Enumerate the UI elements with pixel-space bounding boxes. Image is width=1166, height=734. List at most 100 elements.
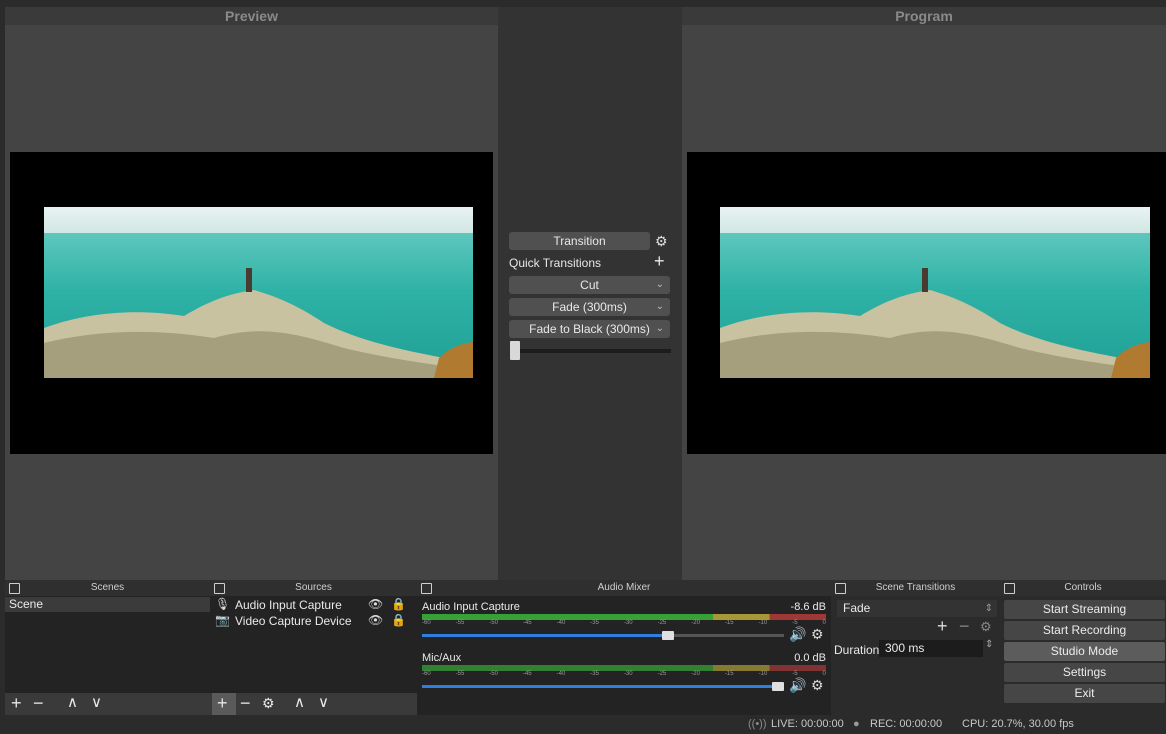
gear-icon[interactable]: ⚙ <box>980 619 992 635</box>
audio-mixer-title: Audio Mixer <box>597 582 651 593</box>
meter-scale: -60 -55 -50 -45 -40 -35 -30 -25 -20 -15 -10 -5 0 <box>422 671 826 677</box>
start-streaming-button[interactable]: Start Streaming <box>1004 600 1165 619</box>
studio-mode-button[interactable]: Studio Mode <box>1004 642 1165 661</box>
status-bar: ((•)) LIVE: 00:00:00 ● REC: 00:00:00 CPU… <box>0 715 1166 734</box>
gear-icon[interactable]: ⚙ <box>811 677 824 694</box>
scale-tick: -20 <box>691 620 700 626</box>
remove-icon[interactable]: − <box>959 616 970 637</box>
volume-fill <box>422 685 784 688</box>
transition-button[interactable]: Transition <box>509 232 650 250</box>
move-down-icon[interactable]: ∨ <box>318 693 329 713</box>
scene-transitions-dock: Scene Transitions Fade ⇕ + − ⚙ Duration … <box>831 580 1000 715</box>
quick-transition-label: Fade (300ms) <box>552 300 627 314</box>
exit-button[interactable]: Exit <box>1004 684 1165 703</box>
scale-tick: -10 <box>758 620 768 626</box>
volume-handle[interactable] <box>662 631 675 640</box>
move-down-icon[interactable]: ∨ <box>91 693 102 713</box>
scale-tick: -60 <box>422 671 431 677</box>
volume-handle[interactable] <box>772 682 784 691</box>
scale-tick: -50 <box>489 671 498 677</box>
scale-tick: -45 <box>522 620 532 626</box>
chevron-down-icon: ⌄ <box>655 279 664 290</box>
scale-tick: -35 <box>590 671 599 677</box>
eye-icon[interactable]: 👁 <box>368 597 383 611</box>
scale-tick: -10 <box>758 671 768 677</box>
scale-tick: -60 <box>422 620 431 626</box>
channel-level: -8.6 dB <box>790 601 826 613</box>
transition-slider-track[interactable] <box>515 349 671 353</box>
add-icon[interactable]: + <box>937 616 948 637</box>
channel-name: Mic/Aux <box>422 652 462 664</box>
volume-slider[interactable] <box>422 682 784 691</box>
quick-transition-fade-to-black[interactable]: Fade to Black (300ms) ⌄ <box>509 320 670 338</box>
volume-slider[interactable] <box>422 631 784 640</box>
controls-title: Controls <box>1064 582 1102 593</box>
gear-icon[interactable]: ⚙ <box>262 693 275 713</box>
scene-transitions-title: Scene Transitions <box>875 582 956 593</box>
scenes-title: Scenes <box>90 582 125 593</box>
eye-icon[interactable]: 👁 <box>368 613 383 627</box>
controls-header: Controls <box>1000 580 1166 596</box>
transition-gear-icon[interactable]: ⚙ <box>655 233 668 250</box>
undock-icon[interactable] <box>1004 583 1015 594</box>
sources-toolbar: + − ⚙ ∧ ∨ <box>210 693 417 715</box>
quick-transition-cut[interactable]: Cut ⌄ <box>509 276 670 294</box>
settings-button[interactable]: Settings <box>1004 663 1165 682</box>
preview-title: Preview <box>5 7 498 25</box>
channel-name: Audio Input Capture <box>422 601 520 613</box>
scale-tick: -30 <box>623 620 633 626</box>
audio-mixer-dock: Audio Mixer Audio Input Capture -8.6 dB … <box>417 580 831 715</box>
undock-icon[interactable] <box>835 583 846 594</box>
speaker-icon[interactable]: 🔊 <box>789 677 806 694</box>
duration-field[interactable]: 300 ms <box>879 640 983 657</box>
program-title: Program <box>682 7 1166 25</box>
undock-icon[interactable] <box>9 583 20 594</box>
gear-icon[interactable]: ⚙ <box>811 626 824 643</box>
transition-select-value: Fade <box>843 601 871 615</box>
scale-tick: -40 <box>556 620 566 626</box>
quick-transition-label: Fade to Black (300ms) <box>529 322 650 336</box>
scenes-toolbar: + − ∧ ∨ <box>5 693 210 715</box>
quick-transition-label: Cut <box>580 278 599 292</box>
scale-tick: -45 <box>522 671 532 677</box>
move-up-icon[interactable]: ∧ <box>67 693 78 713</box>
remove-icon[interactable]: − <box>240 693 251 713</box>
scale-tick: -35 <box>590 620 599 626</box>
quick-transition-fade[interactable]: Fade (300ms) ⌄ <box>509 298 670 316</box>
lock-icon[interactable]: 🔒 <box>391 613 406 627</box>
remove-icon[interactable]: − <box>33 693 44 713</box>
add-icon[interactable]: + <box>11 693 22 713</box>
scale-tick: -55 <box>455 671 465 677</box>
rec-time: REC: 00:00:00 <box>870 718 943 730</box>
undock-icon[interactable] <box>421 583 432 594</box>
source-label: Audio Input Capture <box>235 598 342 612</box>
transition-slider-handle[interactable] <box>510 341 520 360</box>
scale-tick: -55 <box>455 620 465 626</box>
transition-select[interactable]: Fade ⇕ <box>837 600 997 617</box>
lock-icon[interactable]: 🔒 <box>391 597 406 611</box>
speaker-icon[interactable]: 🔊 <box>789 626 806 643</box>
preview-video-image <box>44 207 473 378</box>
scenes-header: Scenes <box>5 580 210 596</box>
program-video-image <box>720 207 1150 378</box>
add-quick-transition-icon[interactable]: + <box>654 251 665 272</box>
volume-fill <box>422 634 669 637</box>
source-label: Video Capture Device <box>235 614 352 628</box>
sources-list: 🎙 Audio Input Capture 👁 🔒 📷 Video Captur… <box>210 596 417 715</box>
list-item[interactable]: Scene <box>5 597 214 612</box>
channel-level: 0.0 dB <box>794 652 826 664</box>
sources-dock: Sources 🎙 Audio Input Capture 👁 🔒 📷 Vide… <box>210 580 417 715</box>
scenes-dock: Scenes Scene + − ∧ ∨ <box>5 580 214 715</box>
add-icon[interactable]: + <box>217 693 228 713</box>
undock-icon[interactable] <box>214 583 225 594</box>
chevron-down-icon: ⌄ <box>655 323 664 334</box>
start-recording-button[interactable]: Start Recording <box>1004 621 1165 640</box>
move-up-icon[interactable]: ∧ <box>294 693 305 713</box>
center-header-spacer <box>498 7 682 25</box>
live-signal-icon: ((•)) <box>748 718 767 730</box>
scale-tick: -30 <box>623 671 633 677</box>
duration-stepper[interactable]: ⇕ <box>985 639 993 650</box>
list-item[interactable]: 🎙 Audio Input Capture 👁 🔒 <box>210 597 417 612</box>
list-item[interactable]: 📷 Video Capture Device 👁 🔒 <box>210 613 417 628</box>
rec-dot-icon: ● <box>853 718 860 730</box>
